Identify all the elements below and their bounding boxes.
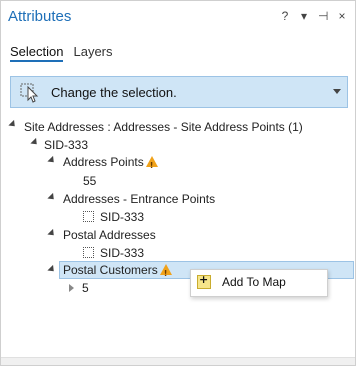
tabs: Selection Layers [10, 44, 113, 62]
expand-group-icon[interactable] [47, 228, 57, 239]
tree-child-item[interactable]: SID-333 [83, 208, 144, 226]
expand-group-icon[interactable] [47, 155, 57, 166]
group-label: Postal Customers [63, 263, 158, 277]
tree-child-item[interactable]: SID-333 [83, 244, 144, 262]
close-icon[interactable]: × [337, 9, 347, 23]
add-to-map-icon [197, 273, 211, 289]
add-to-map-label: Add To Map [222, 275, 286, 289]
chevron-down-icon[interactable] [333, 89, 341, 94]
tree-root-label[interactable]: Site Addresses : Addresses - Site Addres… [24, 118, 303, 136]
pin-icon[interactable]: ⊣ [318, 9, 328, 23]
tree-child-item[interactable]: 55 [83, 172, 96, 190]
tree-group-entrance-points[interactable]: Addresses - Entrance Points [63, 190, 215, 208]
expand-group-icon[interactable] [47, 192, 57, 203]
tree-group-postal-addresses[interactable]: Postal Addresses [63, 226, 156, 244]
pane-footer [1, 357, 355, 365]
tree-group-postal-customers[interactable]: Postal Customers [63, 261, 172, 283]
tree-group-address-points[interactable]: Address Points [63, 153, 158, 175]
menu-icon[interactable]: ▾ [299, 9, 309, 23]
tab-selection[interactable]: Selection [10, 44, 64, 62]
expand-group-icon[interactable] [47, 264, 57, 275]
change-selection-bar[interactable]: Change the selection. [10, 76, 348, 108]
help-icon[interactable]: ? [280, 9, 290, 23]
tab-layers[interactable]: Layers [73, 44, 112, 62]
tree-child-item[interactable]: 5 [82, 279, 89, 297]
child-label: SID-333 [100, 246, 145, 260]
expand-root-icon[interactable] [8, 119, 18, 130]
expand-feature-icon[interactable] [30, 137, 40, 148]
pane-title: Attributes [8, 8, 72, 25]
attributes-pane: Attributes ? ▾ ⊣ × Selection Layers Chan… [0, 0, 356, 366]
context-menu: Add To Map [190, 269, 328, 297]
pane-title-tools: ? ▾ ⊣ × [280, 9, 347, 23]
warning-icon [159, 264, 172, 283]
warning-icon [145, 156, 158, 175]
change-selection-label: Change the selection. [51, 85, 177, 100]
checkbox-icon [83, 211, 94, 222]
checkbox-icon [83, 247, 94, 258]
child-label: SID-333 [100, 210, 145, 224]
group-label: Address Points [63, 155, 144, 169]
tree-feature-label[interactable]: SID-333 [44, 136, 88, 154]
expand-child-icon[interactable] [69, 284, 74, 292]
select-by-arrow-icon [20, 83, 39, 103]
